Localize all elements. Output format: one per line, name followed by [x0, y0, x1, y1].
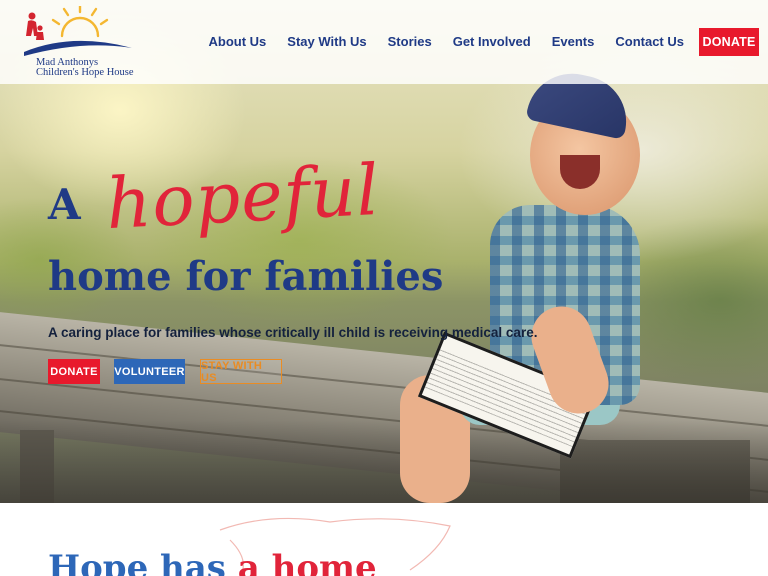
headline-line2: home for families	[48, 253, 444, 300]
swoosh-icon	[24, 40, 132, 56]
donate-button[interactable]: DONATE	[48, 359, 100, 384]
nav-item-stories[interactable]: Stories	[388, 34, 432, 49]
logo-text-line2: Children's Hope House	[36, 67, 134, 78]
section-title-part1: Hope has	[48, 548, 226, 576]
headline-word-a: A	[48, 180, 81, 229]
section-title: Hope has a home	[48, 548, 377, 576]
stay-with-us-button[interactable]: STAY WITH US	[200, 359, 282, 384]
nav-item-stay-with-us[interactable]: Stay With Us	[287, 34, 366, 49]
nav-item-contact-us[interactable]: Contact Us	[615, 34, 684, 49]
nav-item-get-involved[interactable]: Get Involved	[453, 34, 531, 49]
sun-logo-icon	[24, 6, 132, 56]
volunteer-button[interactable]: VOLUNTEER	[114, 359, 185, 384]
main-nav: About Us Stay With Us Stories Get Involv…	[188, 34, 685, 49]
ground-shade	[0, 420, 768, 503]
donate-nav-button[interactable]: DONATE	[699, 28, 759, 56]
nav-item-about-us[interactable]: About Us	[209, 34, 267, 49]
nav-item-events[interactable]: Events	[552, 34, 595, 49]
hero-subtitle: A caring place for families whose critic…	[48, 325, 538, 340]
section-title-part2: a home	[237, 548, 377, 576]
headline-script-word: hopeful	[104, 148, 382, 246]
site-header: Mad Anthonys Children's Hope House About…	[0, 0, 768, 84]
family-silhouette-icon	[26, 12, 44, 40]
site-logo[interactable]: Mad Anthonys Children's Hope House	[22, 6, 157, 78]
